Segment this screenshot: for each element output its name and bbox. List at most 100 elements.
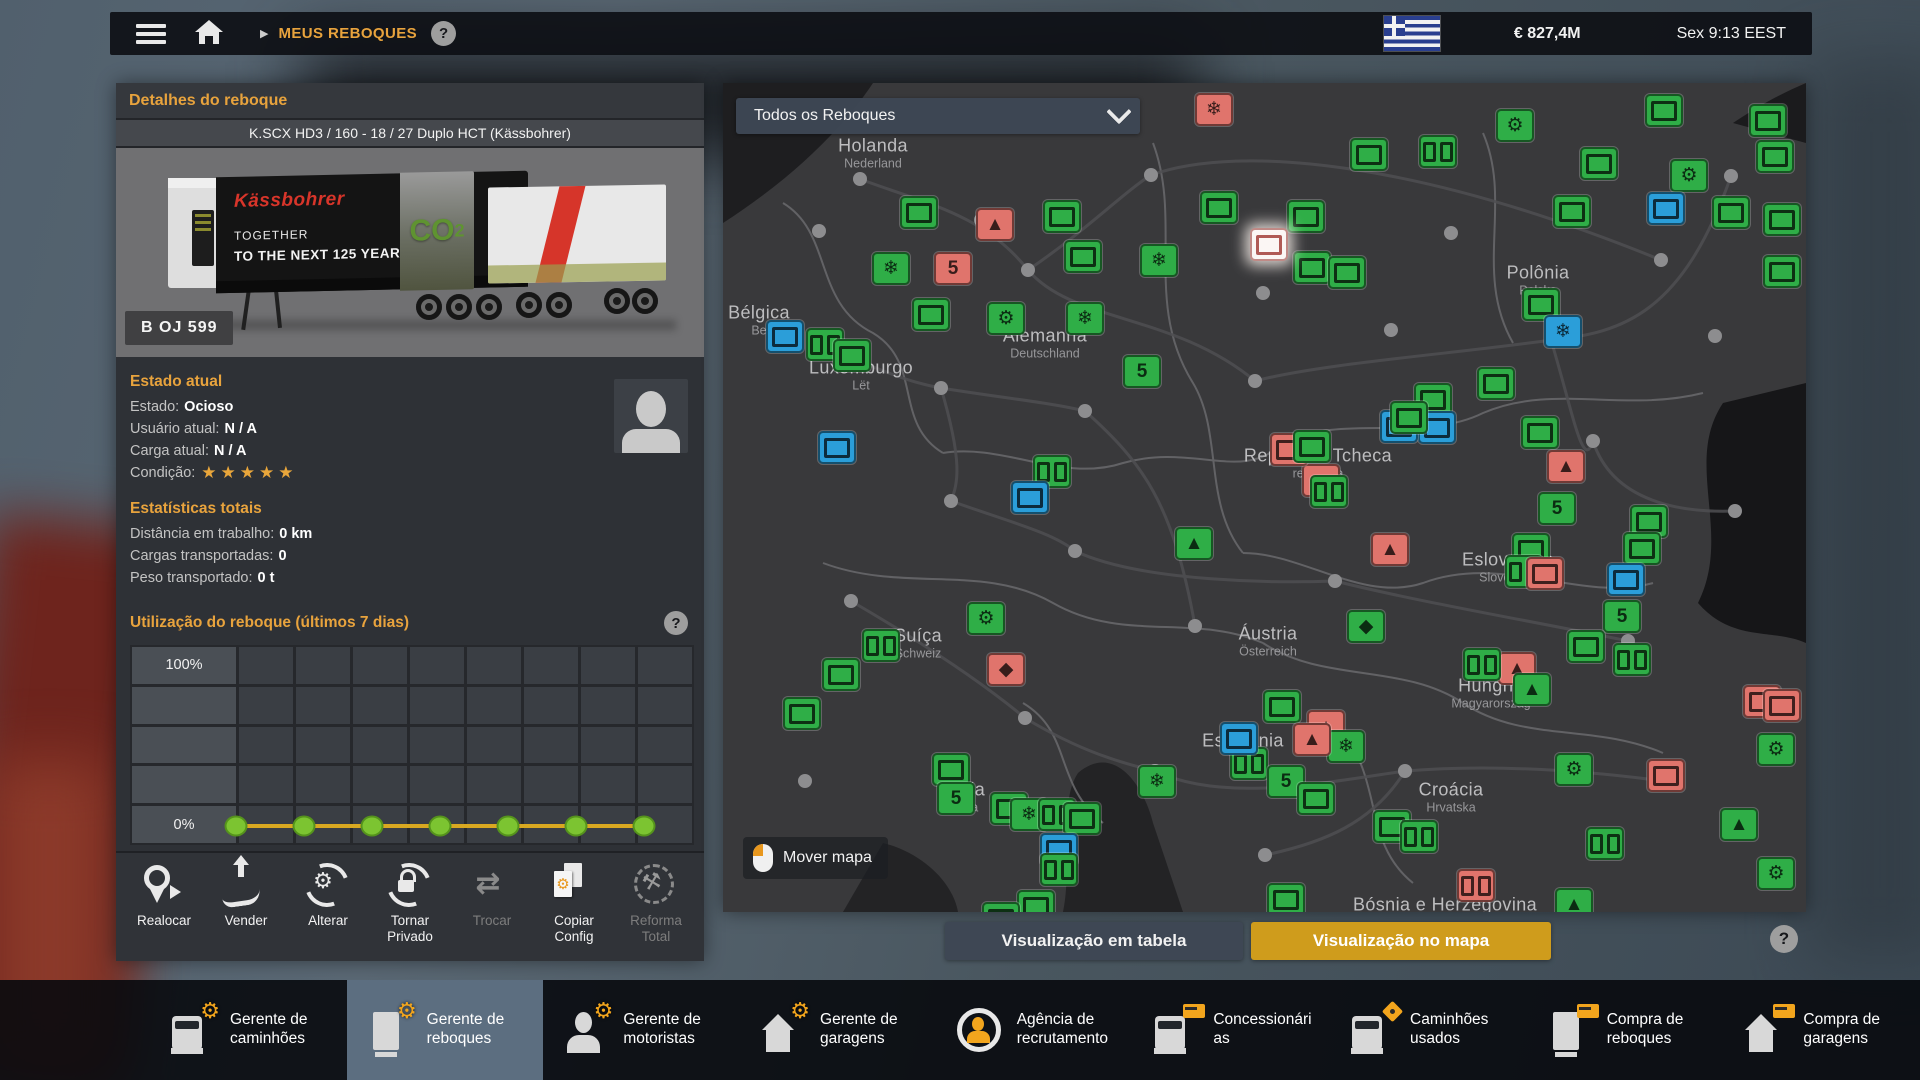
- trailer-map-icon-photo[interactable]: ▲: [1555, 888, 1593, 912]
- usage-help-icon[interactable]: ?: [664, 611, 688, 635]
- tab-truck-manager[interactable]: ⚙ Gerente de caminhões: [150, 980, 347, 1080]
- trailer-map-icon-gear[interactable]: ⚙: [1496, 109, 1534, 142]
- trailer-map-icon-box[interactable]: [1763, 689, 1801, 722]
- trailer-map-icon-box[interactable]: [1267, 883, 1305, 912]
- tab-garage-manager[interactable]: ⚙ Gerente de garagens: [740, 980, 937, 1080]
- modify-button[interactable]: ⚙ Alterar: [290, 863, 366, 961]
- trailer-map-icon-box[interactable]: [1477, 367, 1515, 400]
- trailer-map-icon-photo[interactable]: ▲: [1175, 527, 1213, 560]
- trailer-map-icon-box[interactable]: [1526, 557, 1564, 590]
- trailer-map-icon-box[interactable]: [1763, 255, 1801, 288]
- trailer-map-icon-box[interactable]: [1200, 191, 1238, 224]
- table-view-button[interactable]: Visualização em tabela: [945, 922, 1243, 960]
- trailer-map-icon-box2[interactable]: [1310, 475, 1348, 508]
- trailer-map-icon-box[interactable]: [1580, 147, 1618, 180]
- trailer-map-icon-box[interactable]: [900, 196, 938, 229]
- trailer-map-icon-box2[interactable]: [1586, 827, 1624, 860]
- trailer-map-icon-box2[interactable]: [1457, 869, 1495, 902]
- trailer-map-icon-box[interactable]: [822, 658, 860, 691]
- trailer-map-icon-box[interactable]: [783, 697, 821, 730]
- trailer-map-icon-box[interactable]: [1607, 563, 1645, 596]
- trailer-map-icon-box[interactable]: [766, 320, 804, 353]
- trailer-map-icon-gear[interactable]: ⚙: [1757, 857, 1795, 890]
- tab-driver-manager[interactable]: ⚙ Gerente de motoristas: [543, 980, 740, 1080]
- trailer-map-icon-drop[interactable]: ◆: [1347, 610, 1385, 643]
- trailer-map-icon-box[interactable]: [1017, 890, 1055, 912]
- trailer-map-icon-gear[interactable]: ⚙: [967, 602, 1005, 635]
- trailer-map-icon-box[interactable]: [912, 298, 950, 331]
- trailer-map-icon-box[interactable]: [818, 431, 856, 464]
- make-private-button[interactable]: Tornar Privado: [372, 863, 448, 961]
- trailer-map-icon-box-selected[interactable]: [1250, 228, 1288, 261]
- trailer-map-icon-box[interactable]: [1647, 192, 1685, 225]
- trailer-map-icon-box2[interactable]: [1400, 820, 1438, 853]
- sell-button[interactable]: Vender: [208, 863, 284, 961]
- trailer-map-icon-box[interactable]: [1064, 240, 1102, 273]
- trailer-map-icon-box2[interactable]: [862, 629, 900, 662]
- trailer-map-icon-box[interactable]: [1220, 722, 1258, 755]
- help-icon[interactable]: ?: [431, 21, 456, 46]
- trailer-map-icon-photo[interactable]: ▲: [1720, 808, 1758, 841]
- trailer-map-icon-gear[interactable]: ⚙: [1757, 733, 1795, 766]
- tab-used-trucks[interactable]: Caminhões usados: [1330, 980, 1527, 1080]
- menu-icon[interactable]: [136, 20, 166, 48]
- trailer-map-icon-box[interactable]: [1293, 430, 1331, 463]
- trailer-map-icon-snow[interactable]: ❄: [872, 252, 910, 285]
- relocate-button[interactable]: Realocar: [126, 863, 202, 961]
- trailer-map-icon-photo[interactable]: ▲: [976, 208, 1014, 241]
- trailer-map-icon-photo[interactable]: ▲: [1513, 673, 1551, 706]
- trailer-map-icon-snow[interactable]: ❄: [1327, 730, 1365, 763]
- trailer-map-icon-snow[interactable]: ❄: [1195, 93, 1233, 126]
- trailer-map-icon-box[interactable]: [1521, 416, 1559, 449]
- trailer-map-icon-box[interactable]: [1297, 782, 1335, 815]
- trailer-map-icon-box2[interactable]: [1419, 135, 1457, 168]
- trailer-map-icon-box[interactable]: [1712, 196, 1750, 229]
- trailer-map-icon-curtain[interactable]: 5: [937, 782, 975, 815]
- trailer-map[interactable]: HolandaNederlandBélgicaBeLuxemburgoLëtAl…: [723, 83, 1806, 912]
- trailer-map-icon-box[interactable]: [1011, 481, 1049, 514]
- trailer-map-icon-box[interactable]: [982, 902, 1020, 912]
- trailer-map-icon-box2[interactable]: [1613, 643, 1651, 676]
- trailer-map-icon-curtain[interactable]: 5: [1123, 355, 1161, 388]
- trailer-map-icon-box[interactable]: [1623, 532, 1661, 565]
- trailer-map-icon-snow[interactable]: ❄: [1140, 244, 1178, 277]
- trailer-map-icon-photo[interactable]: ▲: [1547, 450, 1585, 483]
- tab-dealerships[interactable]: Concessionárias: [1133, 980, 1330, 1080]
- move-map-button[interactable]: Mover mapa: [743, 837, 888, 879]
- tab-trailer-manager[interactable]: ⚙ Gerente de reboques: [347, 980, 544, 1080]
- trailer-map-icon-curtain[interactable]: 5: [934, 252, 972, 285]
- trailer-map-icon-box[interactable]: [1763, 203, 1801, 236]
- home-icon[interactable]: [194, 22, 224, 46]
- copy-config-button[interactable]: ⚙ Copiar Config: [536, 863, 612, 961]
- trailer-map-icon-box2[interactable]: [1463, 648, 1501, 681]
- trailer-map-icon-box[interactable]: [833, 339, 871, 372]
- trailer-map-icon-box[interactable]: [1645, 94, 1683, 127]
- tab-garage-purchase[interactable]: Compra de garagens: [1723, 980, 1920, 1080]
- trailer-map-icon-snow[interactable]: ❄: [1066, 302, 1104, 335]
- trailer-map-icon-gear[interactable]: ⚙: [1670, 159, 1708, 192]
- trailer-map-icon-box[interactable]: [1293, 251, 1331, 284]
- trailer-map-icon-drop[interactable]: ◆: [987, 653, 1025, 686]
- trailer-map-icon-box2[interactable]: [1040, 853, 1078, 886]
- trailer-map-icon-box[interactable]: [1756, 140, 1794, 173]
- trailer-map-icon-curtain[interactable]: 5: [1538, 492, 1576, 525]
- trailer-map-icon-box[interactable]: [1328, 256, 1366, 289]
- trailer-map-icon-box[interactable]: [1287, 200, 1325, 233]
- trailer-map-icon-box[interactable]: [1749, 104, 1787, 137]
- trailer-map-icon-box[interactable]: [1263, 690, 1301, 723]
- trailer-map-icon-photo[interactable]: ▲: [1293, 723, 1331, 756]
- trailer-map-icon-box[interactable]: [1063, 802, 1101, 835]
- trailer-map-icon-box[interactable]: [1553, 195, 1591, 228]
- trailer-map-icon-box[interactable]: [1350, 138, 1388, 171]
- trailer-map-icon-box[interactable]: [1390, 401, 1428, 434]
- map-help-icon[interactable]: ?: [1770, 925, 1798, 953]
- tab-trailer-purchase[interactable]: Compra de reboques: [1527, 980, 1724, 1080]
- trailer-map-icon-box[interactable]: [1567, 630, 1605, 663]
- trailer-map-icon-snow[interactable]: ❄: [1138, 765, 1176, 798]
- trailer-map-icon-box[interactable]: [1043, 200, 1081, 233]
- trailer-map-icon-curtain[interactable]: 5: [1603, 600, 1641, 633]
- trailer-map-icon-gear[interactable]: ⚙: [1555, 753, 1593, 786]
- trailer-map-icon-snow[interactable]: ❄: [1544, 315, 1582, 348]
- map-view-button[interactable]: Visualização no mapa: [1251, 922, 1551, 960]
- trailer-filter-dropdown[interactable]: Todos os Reboques: [736, 98, 1140, 134]
